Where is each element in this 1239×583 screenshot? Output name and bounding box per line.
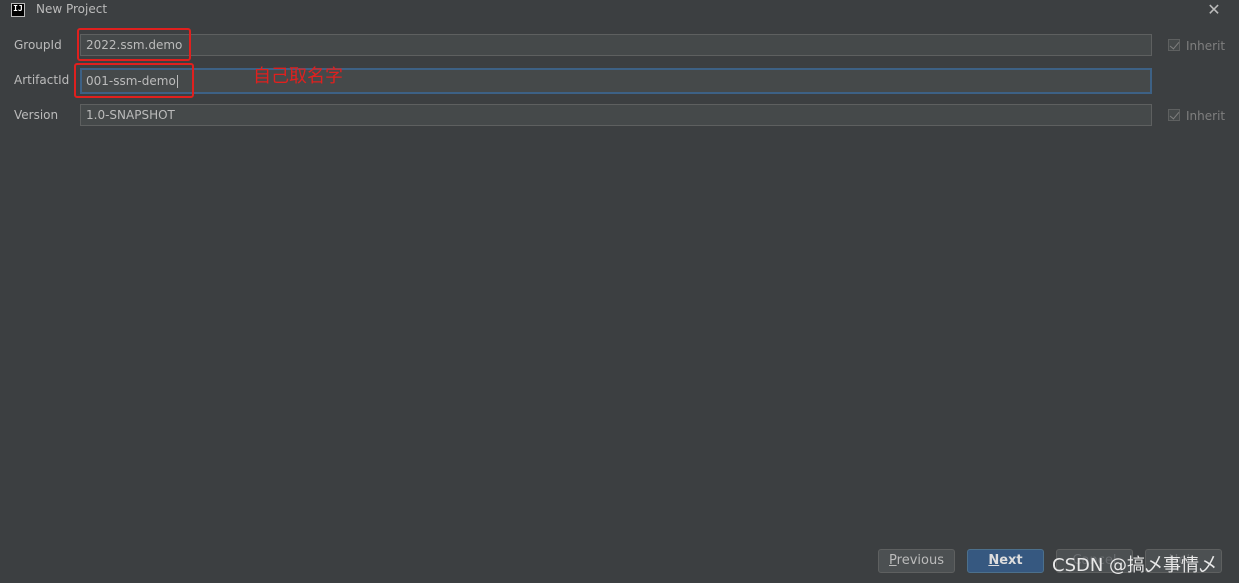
version-input[interactable]: 1.0-SNAPSHOT	[80, 104, 1152, 126]
intellij-app-icon: IJ	[11, 3, 25, 17]
title-bar: IJ New Project ✕	[0, 0, 1239, 20]
window-title: New Project	[36, 2, 108, 16]
group-id-inherit-label: Inherit	[1186, 39, 1226, 53]
version-value: 1.0-SNAPSHOT	[86, 108, 175, 122]
previous-button[interactable]: Previous	[878, 549, 955, 573]
close-icon[interactable]: ✕	[1205, 1, 1223, 19]
checkbox-icon	[1168, 109, 1180, 121]
group-id-label: GroupId	[14, 38, 62, 52]
version-label: Version	[14, 108, 59, 122]
artifact-id-input[interactable]: 001-ssm-demo	[80, 68, 1152, 94]
next-button[interactable]: Next	[967, 549, 1044, 573]
group-id-inherit-checkbox[interactable]: Inherit	[1168, 39, 1225, 53]
csdn-watermark: CSDN @搞乄事情乄	[1052, 555, 1218, 576]
version-inherit-checkbox[interactable]: Inherit	[1168, 109, 1225, 123]
annotation-box-group-id	[77, 28, 191, 61]
artifact-id-label: ArtifactId	[14, 73, 70, 87]
version-inherit-label: Inherit	[1186, 109, 1226, 123]
checkbox-icon	[1168, 39, 1180, 51]
annotation-text: 自己取名字	[253, 66, 343, 87]
group-id-input[interactable]: 2022.ssm.demo	[80, 34, 1152, 56]
annotation-box-artifact-id	[74, 63, 194, 98]
